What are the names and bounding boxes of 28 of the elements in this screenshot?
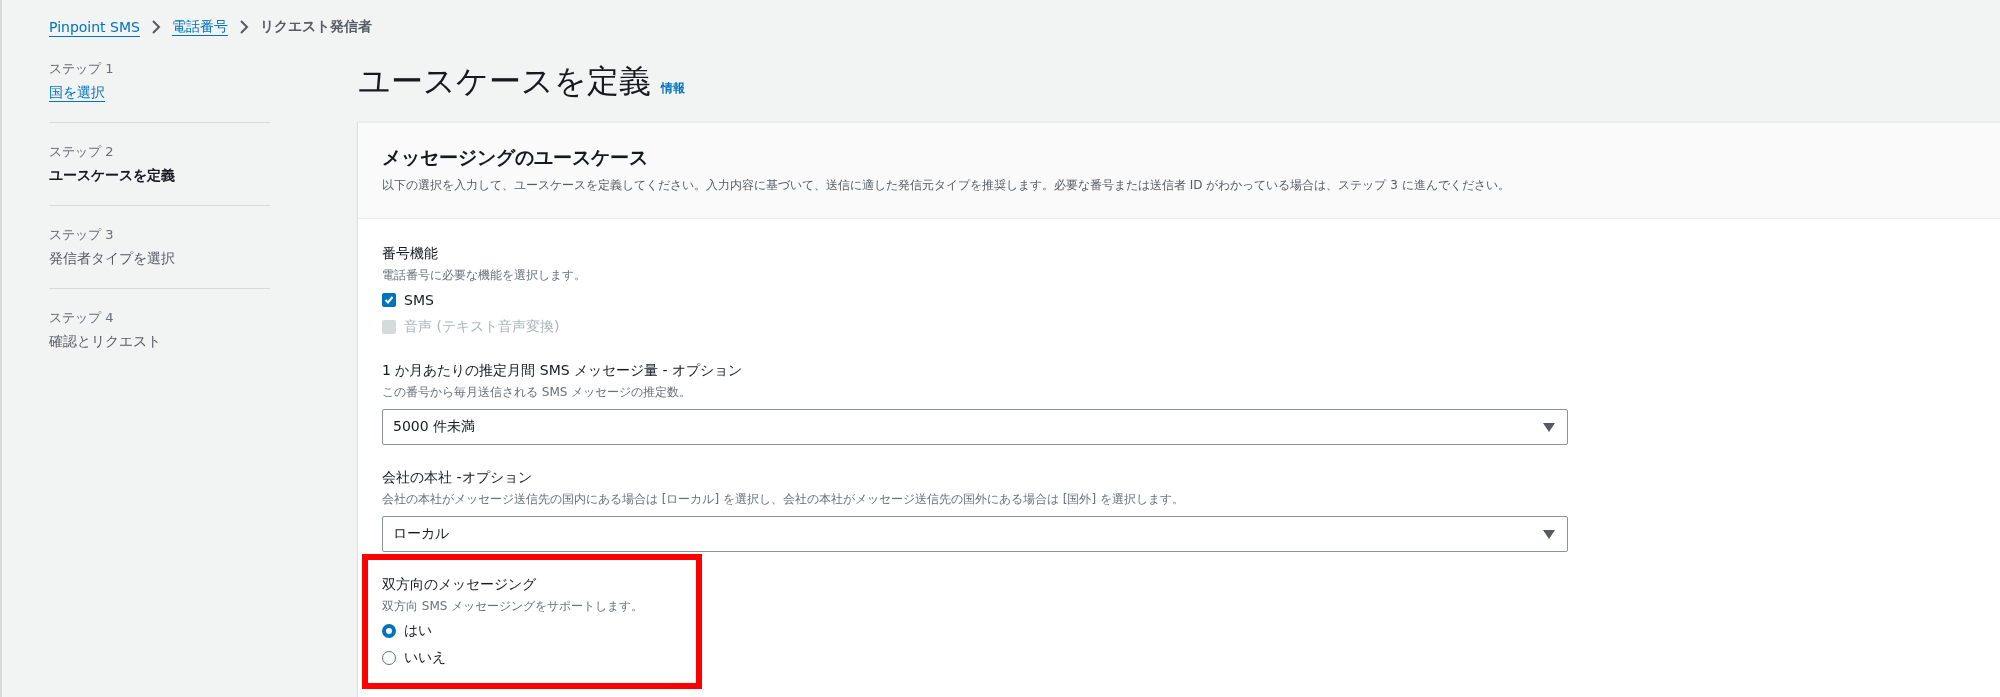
select-dropdown[interactable]: ローカル	[382, 516, 1568, 552]
card-description: 以下の選択を入力して、ユースケースを定義してください。入力内容に基づいて、送信に適した発信元タイプを推奨します。必要な番号または送信者 ID がわかっている場合は、ステップ 3 に進んでください。	[382, 177, 1511, 194]
radio-option[interactable]: いいえ	[382, 646, 1568, 669]
field-label: 番号機能	[382, 245, 439, 263]
step-number: ステップ 1	[49, 60, 115, 78]
step-link[interactable]: 発信者タイプを選択	[49, 250, 270, 268]
select-dropdown[interactable]: 5000 件未満	[382, 409, 1568, 445]
step-link[interactable]: 確認とリクエスト	[49, 333, 270, 351]
step-number: ステップ 2	[49, 143, 115, 161]
step-link[interactable]: 国を選択	[49, 84, 270, 102]
breadcrumb-link[interactable]: リクエスト発信者	[259, 18, 372, 36]
page-title: ユースケースを定義	[358, 61, 651, 102]
breadcrumb-link[interactable]: 電話番号	[171, 18, 228, 36]
field-description: この番号から毎月送信される SMS メッセージの推定数。	[382, 384, 693, 401]
step-number: ステップ 3	[49, 226, 115, 244]
radio-option[interactable]: はい	[382, 619, 1568, 642]
field-description: 会社の本社がメッセージ送信先の国内にある場合は [ローカル] を選択し、会社の本社がメッセージ送信先の国外にある場合は [国外] を選択します。	[382, 491, 1185, 508]
field-description: 電話番号に必要な機能を選択します。	[382, 267, 587, 284]
card-title: メッセージングのユースケース	[382, 145, 649, 170]
info-link[interactable]: 情報	[661, 80, 685, 97]
checkbox-option[interactable]: SMS	[382, 288, 1568, 311]
step-link[interactable]: ユースケースを定義	[49, 167, 270, 185]
field-label: 会社の本社 -オプション	[382, 469, 533, 487]
field-label: 双方向のメッセージング	[382, 576, 537, 594]
breadcrumb-link[interactable]: Pinpoint SMS	[49, 19, 140, 35]
field-description: 双方向 SMS メッセージングをサポートします。	[382, 598, 645, 615]
step-number: ステップ 4	[49, 309, 115, 327]
field-label: 1 か月あたりの推定月間 SMS メッセージ量 - オプション	[382, 362, 744, 380]
